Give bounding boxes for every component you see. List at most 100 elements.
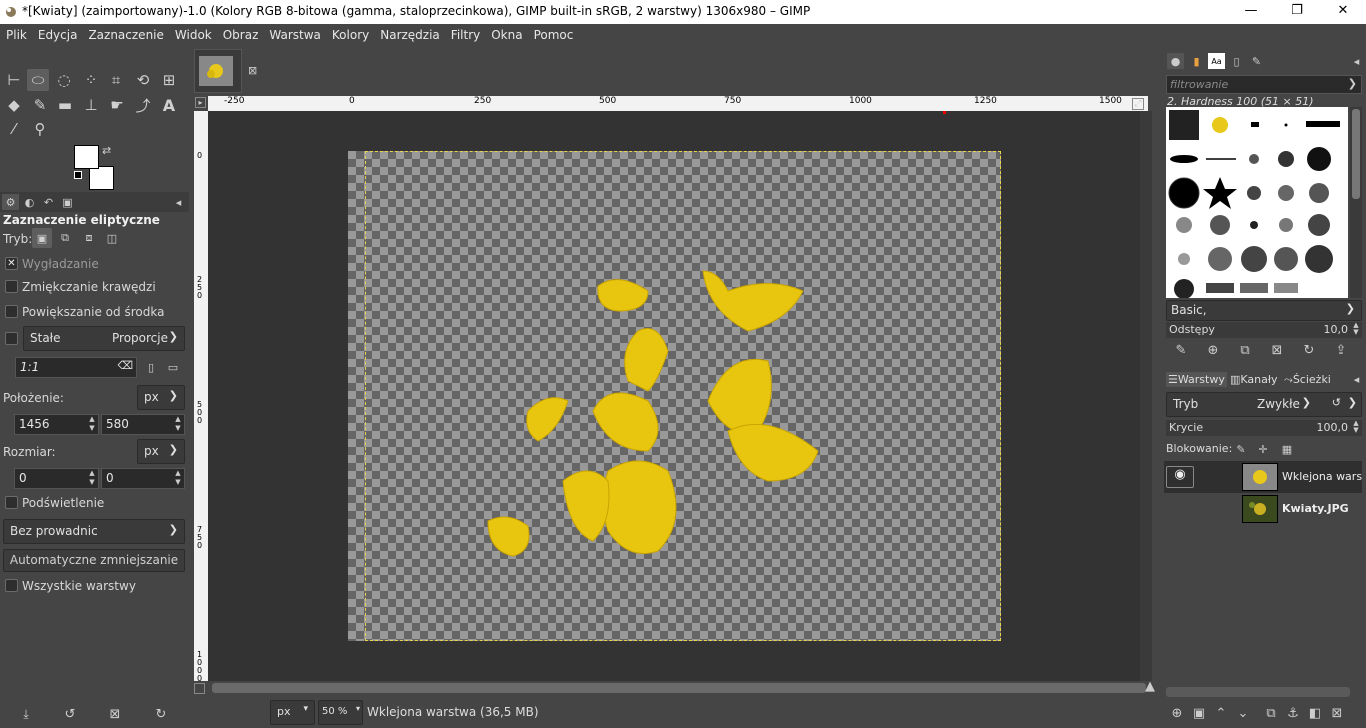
tab-layers[interactable]: ☰Warstwy [1166, 372, 1227, 387]
horizontal-ruler[interactable]: -250 0 250 500 750 1000 1250 1500 [208, 96, 1148, 111]
lower-layer-icon[interactable]: ⌄ [1234, 704, 1252, 722]
ratio-input[interactable]: 1:1 ⌫ [15, 357, 137, 378]
restore-options-icon[interactable]: ↺ [59, 703, 81, 725]
layer-name[interactable]: Kwiaty.JPG [1282, 502, 1349, 515]
tool-presets-tab-icon[interactable]: ✎ [1248, 53, 1265, 69]
tab-channels[interactable]: ▥Kanały [1230, 373, 1278, 386]
menu-layer[interactable]: Warstwa [263, 24, 326, 47]
images-tab-icon[interactable]: ▣ [59, 194, 76, 210]
feather-checkbox[interactable] [5, 280, 18, 293]
save-options-icon[interactable]: ⤓ [15, 703, 37, 725]
vertical-ruler[interactable]: 0 250 500 750 1000 [194, 111, 208, 681]
edit-brush-icon[interactable]: ✎ [1172, 341, 1190, 359]
brush-grid[interactable] [1166, 107, 1348, 298]
transform-tool-icon[interactable]: ⟲ [132, 69, 154, 91]
guides-combo[interactable]: Bez prowadnic ❯ [3, 519, 185, 544]
new-brush-icon[interactable]: ⊕ [1204, 341, 1222, 359]
clone-tool-icon[interactable]: ⊥ [80, 94, 102, 116]
mode-intersect-icon[interactable]: ◫ [102, 228, 122, 248]
layer-mode-combo[interactable]: Tryb Zwykłe ❯ ↺ ❯ [1166, 392, 1362, 417]
menu-image[interactable]: Obraz [217, 24, 264, 47]
spin-buttons-icon[interactable]: ▲ ▼ [87, 469, 97, 487]
new-layer-group-icon[interactable]: ▣ [1190, 704, 1208, 722]
clear-icon[interactable]: ⌫ [117, 359, 133, 372]
eye-icon[interactable]: ◉ [1166, 466, 1194, 488]
layer-row[interactable]: ◉ Wklejona warstwa [1164, 461, 1362, 493]
text-tool-icon[interactable]: A [158, 94, 180, 116]
eraser-icon[interactable]: ▬ [54, 94, 76, 116]
background-color-swatch[interactable] [89, 166, 114, 190]
size-width-input[interactable]: 0 ▲ ▼ [14, 468, 99, 489]
document-history-tab-icon[interactable]: ▯ [1228, 53, 1245, 69]
layer-row[interactable]: Kwiaty.JPG [1164, 493, 1362, 525]
size-unit-combo[interactable]: px ❯ [137, 439, 185, 464]
align-tool-icon[interactable]: ⊢ [3, 69, 25, 91]
expand-center-checkbox[interactable] [5, 305, 18, 318]
menu-colors[interactable]: Kolory [326, 24, 374, 47]
portrait-icon[interactable]: ▯ [142, 357, 160, 377]
menu-view[interactable]: Widok [169, 24, 217, 47]
lock-position-icon[interactable]: ✛ [1254, 440, 1272, 458]
landscape-icon[interactable]: ▭ [164, 357, 182, 377]
brushes-tab-icon[interactable]: ● [1167, 53, 1184, 69]
menu-file[interactable]: Plik [0, 24, 32, 47]
raise-layer-icon[interactable]: ⌃ [1212, 704, 1230, 722]
auto-shrink-button[interactable]: Automatyczne zmniejszanie [3, 549, 185, 572]
image-canvas[interactable] [208, 111, 1142, 681]
lock-pixels-icon[interactable]: ✎ [1232, 440, 1250, 458]
lock-alpha-icon[interactable]: ▦ [1278, 440, 1296, 458]
foreground-color-swatch[interactable] [74, 145, 99, 169]
close-window-button[interactable]: ✕ [1320, 0, 1366, 24]
bucket-fill-icon[interactable]: ◆ [3, 94, 25, 116]
zoom-combo[interactable]: 50 % ▾ [318, 700, 363, 725]
reset-mode-icon[interactable]: ↺ [1332, 396, 1341, 409]
tab-paths[interactable]: ⤳Ścieżki [1284, 373, 1331, 387]
fixed-checkbox[interactable] [5, 332, 18, 345]
spin-buttons-icon[interactable]: ▲ ▼ [173, 415, 183, 433]
fixed-combo[interactable]: Stałe Proporcje ❯ [23, 326, 185, 351]
patterns-tab-icon[interactable]: ▮ [1188, 53, 1205, 69]
zoom-tool-icon[interactable]: ⚲ [29, 118, 51, 140]
mode-subtract-icon[interactable]: ⧈ [79, 228, 99, 248]
quick-mask-toggle-icon[interactable] [194, 683, 205, 694]
quick-mask-menu-icon[interactable]: ▸ [195, 97, 206, 108]
spacing-slider[interactable]: Odstępy 10,0 ▲ ▼ [1166, 322, 1362, 338]
mode-add-icon[interactable]: ⧉ [55, 228, 75, 248]
position-y-input[interactable]: 580 ▲ ▼ [101, 414, 185, 435]
all-layers-checkbox[interactable] [5, 579, 18, 592]
antialias-checkbox[interactable]: ✕ [5, 257, 18, 270]
vertical-scrollbar[interactable] [1140, 111, 1152, 681]
fuzzy-select-tool-icon[interactable]: ⁘ [80, 69, 102, 91]
minimize-button[interactable]: — [1228, 0, 1274, 24]
anchor-layer-icon[interactable]: ⚓ [1284, 704, 1302, 722]
menu-windows[interactable]: Okna [485, 24, 527, 47]
default-colors-icon[interactable] [74, 171, 82, 179]
menu-select[interactable]: Zaznaczenie [82, 24, 168, 47]
horizontal-scrollbar[interactable] [212, 683, 1146, 693]
paintbrush-icon[interactable]: ✎ [29, 94, 51, 116]
brush-filter-input[interactable]: filtrowanie ❯ [1166, 75, 1362, 94]
duplicate-layer-icon[interactable]: ⧉ [1262, 704, 1280, 722]
tab-menu-icon[interactable]: ◂ [1348, 53, 1365, 69]
ellipse-select-tool-icon[interactable]: ⬭ [27, 69, 49, 91]
warp-tool-icon[interactable]: ⊞ [158, 69, 180, 91]
tool-options-tab-icon[interactable]: ⚙ [2, 194, 19, 210]
mode-replace-icon[interactable]: ▣ [32, 228, 52, 248]
highlight-checkbox[interactable] [5, 496, 18, 509]
tab-menu-icon[interactable]: ◂ [170, 194, 187, 210]
menu-edit[interactable]: Edycja [32, 24, 83, 47]
refresh-brushes-icon[interactable]: ↻ [1300, 341, 1318, 359]
delete-options-icon[interactable]: ⊠ [104, 703, 126, 725]
navigate-icon[interactable]: ▲ [1145, 679, 1155, 694]
position-x-input[interactable]: 1456 ▲ ▼ [14, 414, 99, 435]
image-tab[interactable] [194, 49, 242, 93]
new-layer-icon[interactable]: ⊕ [1168, 704, 1186, 722]
smudge-tool-icon[interactable]: ☛ [106, 94, 128, 116]
opacity-slider[interactable]: Krycie 100,0 ▲ ▼ [1166, 420, 1362, 436]
device-status-tab-icon[interactable]: ◐ [21, 194, 38, 210]
maximize-button[interactable]: ❐ [1274, 0, 1320, 24]
layers-scrollbar[interactable] [1166, 687, 1350, 697]
size-height-input[interactable]: 0 ▲ ▼ [101, 468, 185, 489]
close-tab-icon[interactable]: ⊠ [248, 64, 257, 77]
zoom-fit-icon[interactable]: ⤢ [1132, 98, 1144, 110]
